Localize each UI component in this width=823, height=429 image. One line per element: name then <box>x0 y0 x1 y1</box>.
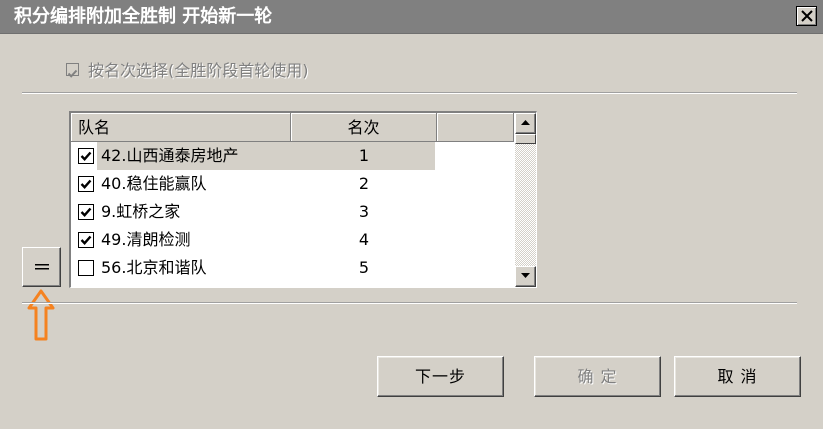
list-rows: 42.山西通泰房地产 1 40.稳住能赢队 2 9.虹桥之家 3 49.清朗检测… <box>71 142 514 282</box>
checkmark-icon <box>80 179 92 189</box>
team-name: 40.稳住能赢队 <box>101 174 207 193</box>
window-title: 积分编排附加全胜制 开始新一轮 <box>14 6 273 27</box>
menu-button[interactable] <box>22 247 61 287</box>
title-bar: 积分编排附加全胜制 开始新一轮 <box>0 0 823 34</box>
team-rank: 2 <box>358 174 370 193</box>
team-list[interactable]: 队名 名次 42.山西通泰房地产 1 40.稳住能赢队 2 9.虹桥之家 3 4… <box>69 111 537 288</box>
checkmark-icon <box>80 207 92 217</box>
row-checkbox[interactable] <box>78 148 94 164</box>
team-rank: 3 <box>358 202 370 221</box>
scroll-thumb[interactable] <box>515 134 536 144</box>
divider-bottom <box>22 302 797 304</box>
arrow-down-icon <box>521 273 530 278</box>
team-rank: 1 <box>358 146 370 165</box>
list-row[interactable]: 49.清朗检测 4 <box>71 226 514 254</box>
row-checkbox[interactable] <box>78 204 94 220</box>
column-header-team-name[interactable]: 队名 <box>71 113 291 142</box>
cancel-button[interactable]: 取 消 <box>674 356 801 397</box>
row-checkbox[interactable] <box>78 260 94 276</box>
next-step-button[interactable]: 下一步 <box>377 356 504 397</box>
checkmark-icon <box>67 69 78 78</box>
vertical-scrollbar[interactable] <box>515 113 536 287</box>
close-icon <box>801 10 813 22</box>
menu-icon <box>35 264 49 270</box>
team-name: 42.山西通泰房地产 <box>101 146 239 165</box>
list-row[interactable]: 56.北京和谐队 5 <box>71 254 514 282</box>
ok-button[interactable]: 确 定 <box>534 356 661 397</box>
team-rank: 5 <box>358 258 370 277</box>
column-header-rank[interactable]: 名次 <box>291 113 437 142</box>
list-header: 队名 名次 <box>71 113 514 142</box>
divider-top <box>22 92 797 94</box>
checkmark-icon <box>80 151 92 161</box>
rank-select-checkbox[interactable] <box>66 62 79 78</box>
list-row[interactable]: 40.稳住能赢队 2 <box>71 170 514 198</box>
close-button[interactable] <box>796 6 817 26</box>
arrow-up-icon <box>521 120 530 125</box>
column-header-empty <box>437 113 514 142</box>
row-checkbox[interactable] <box>78 176 94 192</box>
scroll-up-button[interactable] <box>515 113 536 134</box>
rank-select-option[interactable]: 按名次选择(全胜阶段首轮使用) <box>66 57 309 81</box>
team-name: 49.清朗检测 <box>101 230 191 249</box>
row-checkbox[interactable] <box>78 232 94 248</box>
rank-select-label: 按名次选择(全胜阶段首轮使用) <box>88 61 309 80</box>
team-rank: 4 <box>358 230 370 249</box>
list-row[interactable]: 9.虹桥之家 3 <box>71 198 514 226</box>
scroll-down-button[interactable] <box>515 266 536 287</box>
list-row[interactable]: 42.山西通泰房地产 1 <box>71 142 514 170</box>
team-name: 56.北京和谐队 <box>101 258 207 277</box>
team-name: 9.虹桥之家 <box>101 202 181 221</box>
checkmark-icon <box>80 235 92 245</box>
arrow-up-icon <box>27 289 55 341</box>
